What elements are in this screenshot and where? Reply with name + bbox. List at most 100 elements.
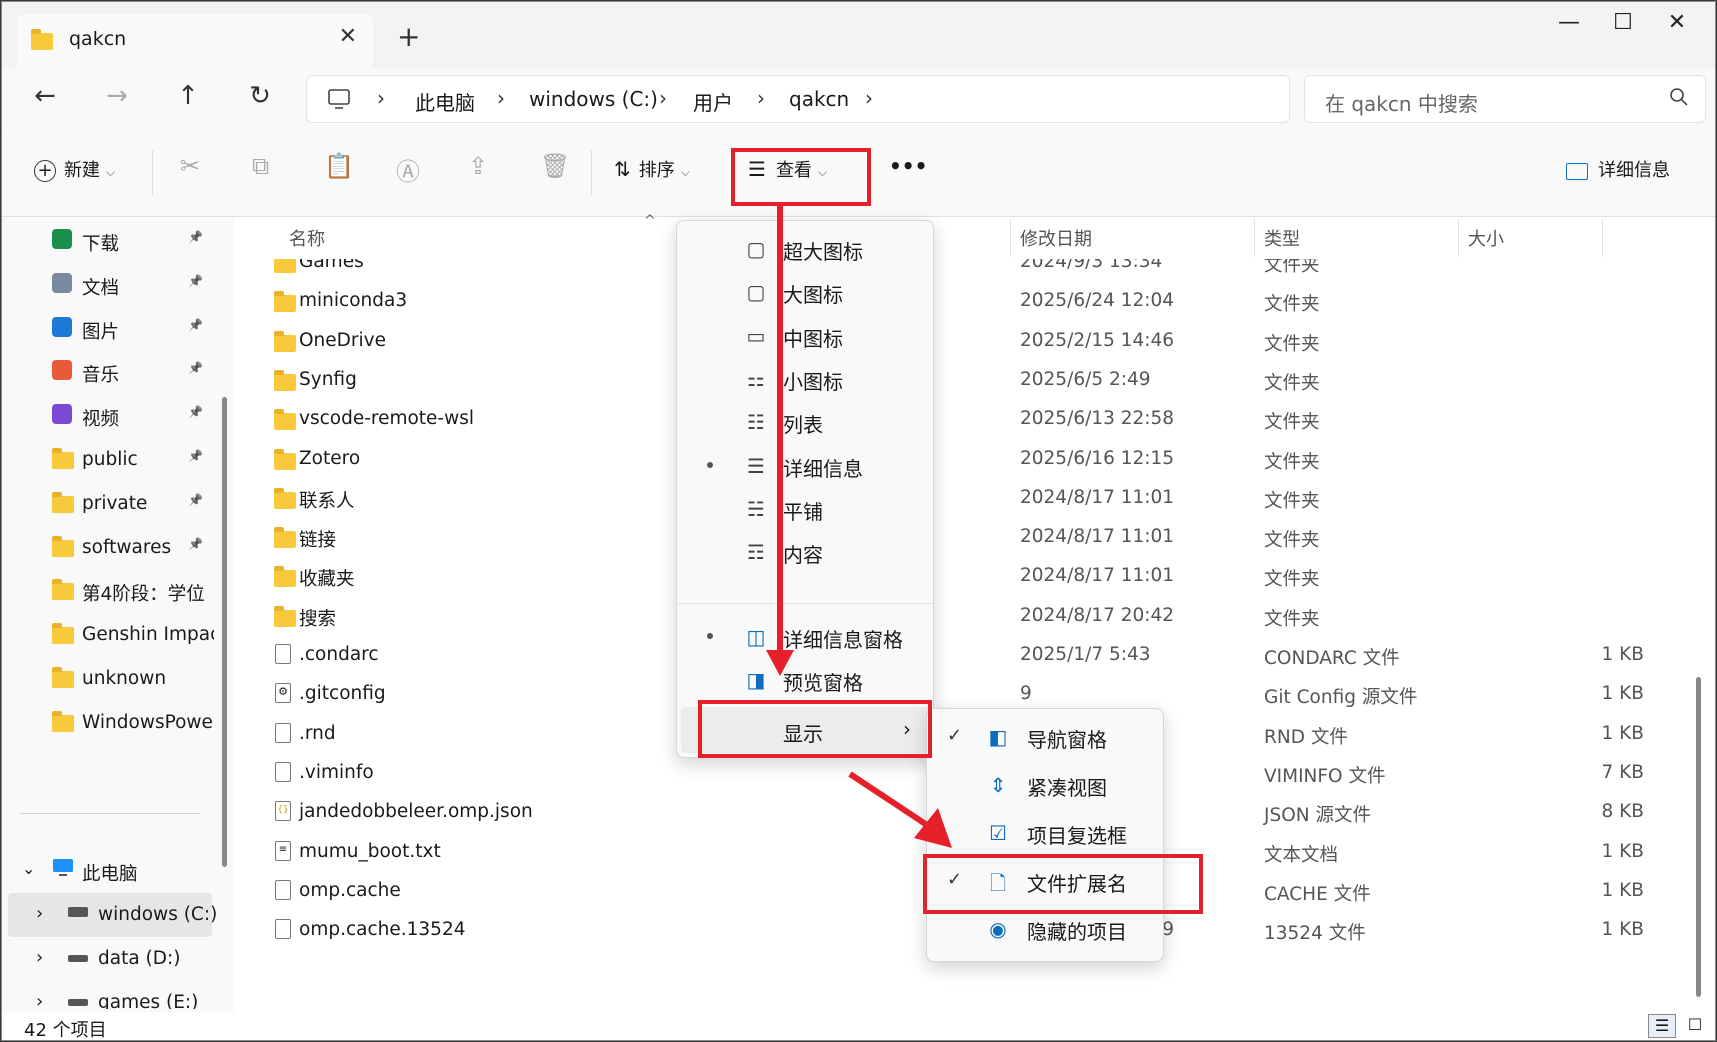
file-size: 1 KB <box>1601 879 1644 901</box>
file-date: 2024/8/17 20:42 <box>1020 604 1175 626</box>
table-row[interactable]: miniconda3 2025/6/24 12:04 文件夹 <box>234 280 1674 323</box>
file-list-scrollbar[interactable] <box>1696 677 1701 997</box>
view-option-label: 小图标 <box>783 369 843 394</box>
file-name: jandedobbeleer.omp.json <box>299 801 533 823</box>
cut-icon[interactable]: ✂ <box>180 152 200 180</box>
folder-icon <box>274 330 296 352</box>
paste-icon[interactable]: 📋 <box>324 152 354 180</box>
file-size: 1 KB <box>1601 840 1644 862</box>
search-box[interactable]: 在 qakcn 中搜索 <box>1304 75 1706 123</box>
column-header-size[interactable]: 大小 <box>1468 225 1504 251</box>
close-tab-icon[interactable]: ✕ <box>339 24 357 49</box>
file-type: Git Config 源文件 <box>1264 687 1418 709</box>
column-header-name[interactable]: 名称 <box>289 225 325 251</box>
sidebar-item-3[interactable]: 音乐 📌 <box>2 350 212 394</box>
column-divider[interactable] <box>1254 219 1255 257</box>
large-icons-icon: ▢ <box>746 280 766 305</box>
pin-icon[interactable]: 📌 <box>188 493 203 507</box>
view-option-7[interactable]: ☶ 内容 <box>677 528 933 574</box>
pin-icon[interactable]: 📌 <box>188 318 203 332</box>
minimize-button[interactable]: — <box>1544 10 1594 35</box>
column-header-date[interactable]: 修改日期 <box>1020 225 1092 251</box>
chevron-right-icon: › <box>497 86 505 110</box>
view-option-4[interactable]: ☷ 列表 <box>677 398 933 444</box>
sidebar-item-0[interactable]: 下载 📌 <box>2 219 212 263</box>
view-option-0[interactable]: ▢ 超大图标 <box>677 225 933 271</box>
forward-button[interactable]: → <box>97 81 137 111</box>
sidebar-item-this-pc[interactable]: ⌄ 此电脑 <box>2 849 212 893</box>
folder-icon <box>274 259 296 273</box>
column-divider[interactable] <box>1010 219 1011 257</box>
breadcrumb-this-pc[interactable]: 此电脑 <box>415 87 475 116</box>
sidebar-item-5[interactable]: public 📌 <box>2 438 212 482</box>
maximize-button[interactable]: ☐ <box>1598 10 1648 35</box>
details-view-toggle-icon[interactable]: ☰ <box>1648 1014 1676 1038</box>
refresh-button[interactable]: ↻ <box>240 81 280 111</box>
sidebar-item-6[interactable]: private 📌 <box>2 482 212 526</box>
address-bar[interactable]: › 此电脑 › windows (C:) › 用户 › qakcn › <box>306 75 1290 123</box>
view-option-5[interactable]: ☰ 详细信息 <box>677 442 933 488</box>
view-option-3[interactable]: ⚏ 小图标 <box>677 355 933 401</box>
folder-icon <box>52 579 74 601</box>
sort-button[interactable]: ⇅ 排序 ⌵ <box>614 156 690 182</box>
large-icons-view-toggle-icon[interactable]: ☐ <box>1682 1014 1708 1038</box>
share-icon[interactable]: ⇪ <box>468 152 488 180</box>
computer-icon <box>53 859 73 876</box>
pane-option-0[interactable]: ◫ 详细信息窗格 <box>677 613 933 659</box>
rename-icon[interactable]: Ⓐ <box>396 152 420 187</box>
new-button[interactable]: + 新建 ⌵ <box>34 156 115 182</box>
sidebar-item-games-e[interactable]: › games (E:) <box>2 981 212 1009</box>
new-tab-button[interactable]: + <box>397 20 420 53</box>
table-row[interactable]: Synfig 2025/6/5 2:49 文件夹 <box>234 359 1674 402</box>
sidebar-item-10[interactable]: unknown <box>2 657 212 701</box>
sidebar-item-9[interactable]: Genshin Impac <box>2 613 214 657</box>
table-row[interactable]: 收藏夹 2024/8/17 11:01 文件夹 <box>234 555 1674 598</box>
table-row[interactable]: 链接 2024/8/17 11:01 文件夹 <box>234 516 1674 559</box>
sidebar-item-windows-c[interactable]: › windows (C:) <box>8 893 217 937</box>
pane-option-1[interactable]: ◨ 预览窗格 <box>677 656 933 702</box>
show-option-1[interactable]: ⇕ 紧凑视图 <box>927 761 1163 807</box>
breadcrumb-qakcn[interactable]: qakcn <box>789 87 849 111</box>
show-option-0[interactable]: ✓ ◧ 导航窗格 <box>927 713 1163 759</box>
pin-icon[interactable]: 📌 <box>188 230 203 244</box>
table-row[interactable]: OneDrive 2025/2/15 14:46 文件夹 <box>234 320 1674 363</box>
table-row[interactable]: 联系人 2024/8/17 11:01 文件夹 <box>234 477 1674 520</box>
column-header-type[interactable]: 类型 <box>1264 225 1300 251</box>
pin-icon[interactable]: 📌 <box>188 449 203 463</box>
file-date: 2024/8/17 11:01 <box>1020 565 1175 587</box>
view-option-1[interactable]: ▢ 大图标 <box>677 268 933 314</box>
view-option-6[interactable]: ☵ 平铺 <box>677 485 933 531</box>
delete-icon[interactable]: 🗑 <box>540 152 570 180</box>
pin-icon[interactable]: 📌 <box>188 274 203 288</box>
sidebar-item-4[interactable]: 视频 📌 <box>2 394 212 438</box>
pin-icon[interactable]: 📌 <box>188 361 203 375</box>
column-divider[interactable] <box>1602 219 1603 257</box>
close-window-button[interactable]: ✕ <box>1652 10 1702 35</box>
copy-icon[interactable]: ⧉ <box>252 152 269 180</box>
chevron-right-icon[interactable]: › <box>865 86 873 110</box>
breadcrumb-users[interactable]: 用户 <box>693 87 733 116</box>
details-pane-button[interactable]: 详细信息 <box>1566 156 1670 182</box>
sidebar-item-11[interactable]: WindowsPowe <box>2 701 213 745</box>
more-options-button[interactable]: ••• <box>889 154 927 178</box>
back-button[interactable]: ← <box>25 81 65 111</box>
column-divider[interactable] <box>1458 219 1459 257</box>
table-row[interactable]: Zotero 2025/6/16 12:15 文件夹 <box>234 438 1674 481</box>
sidebar-scrollbar[interactable] <box>222 397 227 867</box>
table-row[interactable]: .condarc 2025/1/7 5:43 CONDARC 文件 1 KB <box>234 634 1674 677</box>
table-row[interactable]: 搜索 2024/8/17 20:42 文件夹 <box>234 595 1674 638</box>
up-button[interactable]: ↑ <box>168 81 208 111</box>
sidebar-item-7[interactable]: softwares 📌 <box>2 526 212 570</box>
sidebar-item-8[interactable]: 第4阶段：学位 <box>2 569 212 613</box>
file-type: 文件夹 <box>1264 259 1320 276</box>
show-option-2[interactable]: ☑ 项目复选框 <box>927 809 1163 855</box>
pin-icon[interactable]: 📌 <box>188 537 203 551</box>
breadcrumb-windows-c[interactable]: windows (C:) <box>529 87 658 111</box>
sidebar-item-2[interactable]: 图片 📌 <box>2 307 212 351</box>
table-row[interactable]: vscode-remote-wsl 2025/6/13 22:58 文件夹 <box>234 398 1674 441</box>
sidebar-item-data-d[interactable]: › data (D:) <box>2 937 212 981</box>
pin-icon[interactable]: 📌 <box>188 405 203 419</box>
view-option-2[interactable]: ▭ 中图标 <box>677 312 933 358</box>
tab-qakcn[interactable]: qakcn ✕ <box>17 14 373 69</box>
sidebar-item-1[interactable]: 文档 📌 <box>2 263 212 307</box>
